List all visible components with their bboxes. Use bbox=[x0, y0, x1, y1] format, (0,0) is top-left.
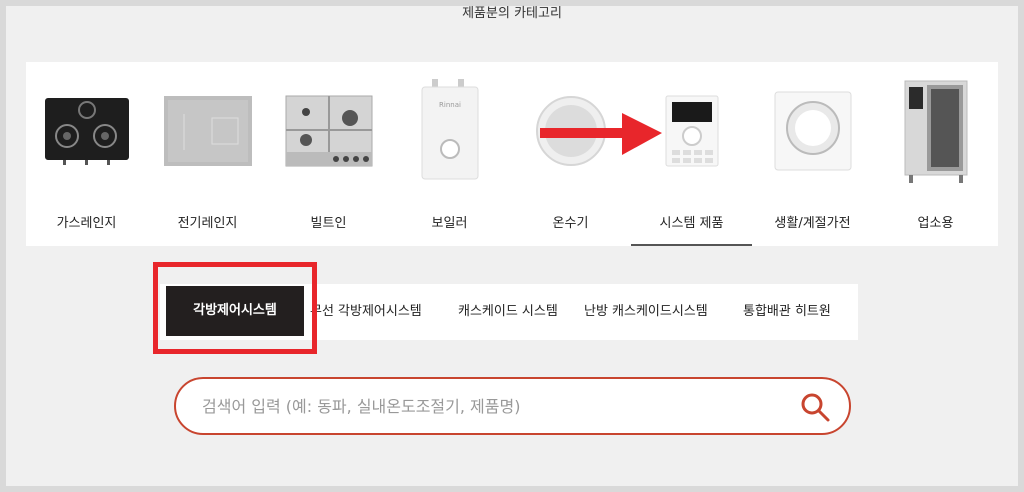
selected-category-underline bbox=[631, 244, 752, 246]
category-label: 온수기 bbox=[552, 216, 589, 231]
search-button[interactable] bbox=[799, 391, 831, 423]
tab-heating-cascade-system[interactable]: 난방 캐스케이드시스템 bbox=[584, 284, 708, 340]
gas-range-icon bbox=[26, 76, 147, 186]
category-label: 보일러 bbox=[431, 216, 468, 231]
category-label: 전기레인지 bbox=[177, 216, 238, 231]
boiler-icon: Rinnai bbox=[389, 76, 510, 186]
search-input[interactable] bbox=[202, 391, 782, 421]
category-living-seasonal[interactable]: 생활/계절가전 bbox=[752, 62, 873, 246]
tab-wireless-room-control-system[interactable]: 무선 각방제어시스템 bbox=[310, 284, 422, 340]
electric-range-icon bbox=[147, 76, 268, 186]
category-gas-range[interactable]: 가스레인지 bbox=[26, 62, 147, 246]
category-label: 가스레인지 bbox=[56, 216, 117, 231]
category-label: 업소용 bbox=[917, 216, 954, 231]
highlight-box bbox=[153, 262, 317, 354]
category-panel: 가스레인지 전기레인지 빌트인 Rinnai 보일러 온수기 시스템 제품 생활… bbox=[26, 62, 998, 246]
category-commercial[interactable]: 업소용 bbox=[875, 62, 996, 246]
category-builtin[interactable]: 빌트인 bbox=[268, 62, 389, 246]
category-label: 시스템 제품 bbox=[659, 216, 724, 231]
category-boiler[interactable]: Rinnai 보일러 bbox=[389, 62, 510, 246]
commercial-oven-icon bbox=[875, 76, 996, 186]
category-label: 빌트인 bbox=[310, 216, 347, 231]
builtin-cooktop-icon bbox=[268, 76, 389, 186]
section-title: 제품분의 카테고리 bbox=[462, 6, 562, 21]
svg-text:Rinnai: Rinnai bbox=[439, 101, 461, 109]
annotation-arrow-icon bbox=[540, 113, 662, 155]
search-bar bbox=[174, 377, 851, 435]
category-label: 생활/계절가전 bbox=[774, 216, 851, 231]
category-electric-range[interactable]: 전기레인지 bbox=[147, 62, 268, 246]
tab-cascade-system[interactable]: 캐스케이드 시스템 bbox=[458, 284, 558, 340]
tab-integrated-heat-one[interactable]: 통합배관 히트원 bbox=[743, 284, 831, 340]
dryer-icon bbox=[752, 76, 873, 186]
search-icon bbox=[801, 393, 830, 422]
